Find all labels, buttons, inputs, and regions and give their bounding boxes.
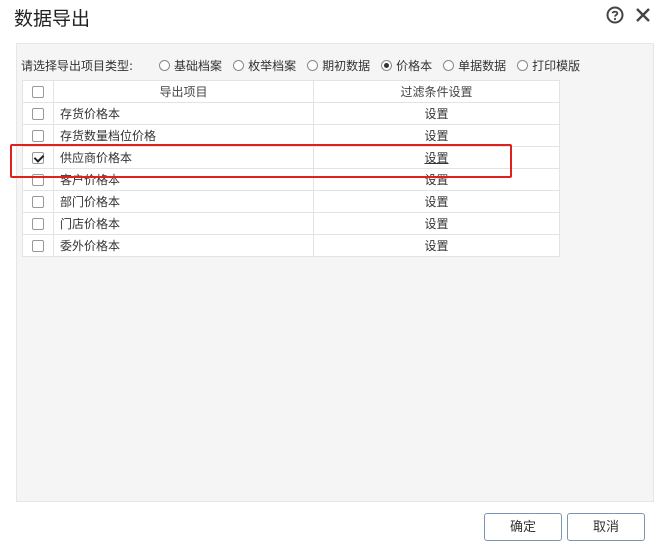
radio-print-template[interactable]: 打印模版 bbox=[517, 57, 580, 74]
table-row: 部门价格本 设置 bbox=[22, 190, 560, 213]
row-checkbox[interactable] bbox=[32, 174, 44, 186]
row-setting-link[interactable]: 设置 bbox=[424, 195, 448, 209]
export-items-table: 导出项目 过滤条件设置 存货价格本 设置 存货数量档位价格 设置 供应商价格本 … bbox=[22, 80, 560, 257]
radio-dot-selected[interactable] bbox=[381, 59, 393, 71]
close-icon[interactable] bbox=[634, 6, 652, 24]
row-item-name: 门店价格本 bbox=[53, 212, 314, 235]
table-header-row: 导出项目 过滤条件设置 bbox=[22, 80, 560, 103]
radio-dot[interactable] bbox=[159, 59, 171, 71]
table-row: 存货价格本 设置 bbox=[22, 102, 560, 125]
row-checkbox[interactable] bbox=[32, 196, 44, 208]
header-export-item: 导出项目 bbox=[53, 80, 314, 103]
row-item-name: 存货数量档位价格 bbox=[53, 124, 314, 147]
radio-price-book[interactable]: 价格本 bbox=[381, 57, 432, 74]
row-setting-link[interactable]: 设置 bbox=[424, 217, 448, 231]
content-panel: 请选择导出项目类型: 基础档案 枚举档案 期初数据 价格本 单据数据 打印模版 … bbox=[16, 43, 654, 502]
row-checkbox-checked[interactable] bbox=[32, 152, 44, 164]
radio-dot[interactable] bbox=[233, 59, 245, 71]
radio-enum-archive[interactable]: 枚举档案 bbox=[233, 57, 296, 74]
dialog-title: 数据导出 bbox=[14, 8, 91, 30]
radio-dot[interactable] bbox=[517, 59, 529, 71]
radio-basic-archive[interactable]: 基础档案 bbox=[159, 57, 222, 74]
select-all-checkbox[interactable] bbox=[32, 86, 44, 98]
cancel-button[interactable]: 取消 bbox=[567, 513, 645, 541]
row-checkbox[interactable] bbox=[32, 108, 44, 120]
row-item-name: 供应商价格本 bbox=[53, 146, 314, 169]
table-row: 存货数量档位价格 设置 bbox=[22, 124, 560, 147]
table-row: 客户价格本 设置 bbox=[22, 168, 560, 191]
title-bar: 数据导出 bbox=[0, 0, 668, 34]
radio-label: 期初数据 bbox=[322, 58, 371, 73]
row-checkbox[interactable] bbox=[32, 240, 44, 252]
radio-initial-data[interactable]: 期初数据 bbox=[307, 57, 370, 74]
help-circle-icon[interactable] bbox=[606, 6, 624, 24]
header-filter-setting: 过滤条件设置 bbox=[313, 80, 560, 103]
radio-dot[interactable] bbox=[307, 59, 319, 71]
type-selector-label: 请选择导出项目类型: bbox=[21, 58, 134, 73]
table-row: 供应商价格本 设置 bbox=[22, 146, 560, 169]
radio-label: 枚举档案 bbox=[248, 58, 297, 73]
export-dialog: 数据导出 请选择导出项目类型: 基础档案 枚举档案 期初数据 价格本 单据数据 … bbox=[0, 0, 668, 560]
row-setting-link[interactable]: 设置 bbox=[424, 151, 448, 165]
row-item-name: 客户价格本 bbox=[53, 168, 314, 191]
row-setting-link[interactable]: 设置 bbox=[424, 129, 448, 143]
select-all-cell bbox=[22, 80, 54, 103]
row-checkbox[interactable] bbox=[32, 218, 44, 230]
table-row: 委外价格本 设置 bbox=[22, 234, 560, 257]
ok-button[interactable]: 确定 bbox=[484, 513, 562, 541]
row-setting-link[interactable]: 设置 bbox=[424, 173, 448, 187]
radio-label: 价格本 bbox=[396, 58, 433, 73]
row-item-name: 存货价格本 bbox=[53, 102, 314, 125]
row-checkbox[interactable] bbox=[32, 130, 44, 142]
row-item-name: 委外价格本 bbox=[53, 234, 314, 257]
row-setting-link[interactable]: 设置 bbox=[424, 107, 448, 121]
row-setting-link[interactable]: 设置 bbox=[424, 239, 448, 253]
radio-label: 基础档案 bbox=[174, 58, 223, 73]
row-item-name: 部门价格本 bbox=[53, 190, 314, 213]
type-selector: 请选择导出项目类型: 基础档案 枚举档案 期初数据 价格本 单据数据 打印模版 bbox=[21, 56, 591, 74]
table-row: 门店价格本 设置 bbox=[22, 212, 560, 235]
radio-document-data[interactable]: 单据数据 bbox=[443, 57, 506, 74]
radio-label: 打印模版 bbox=[532, 58, 581, 73]
radio-dot[interactable] bbox=[443, 59, 455, 71]
radio-label: 单据数据 bbox=[458, 58, 507, 73]
